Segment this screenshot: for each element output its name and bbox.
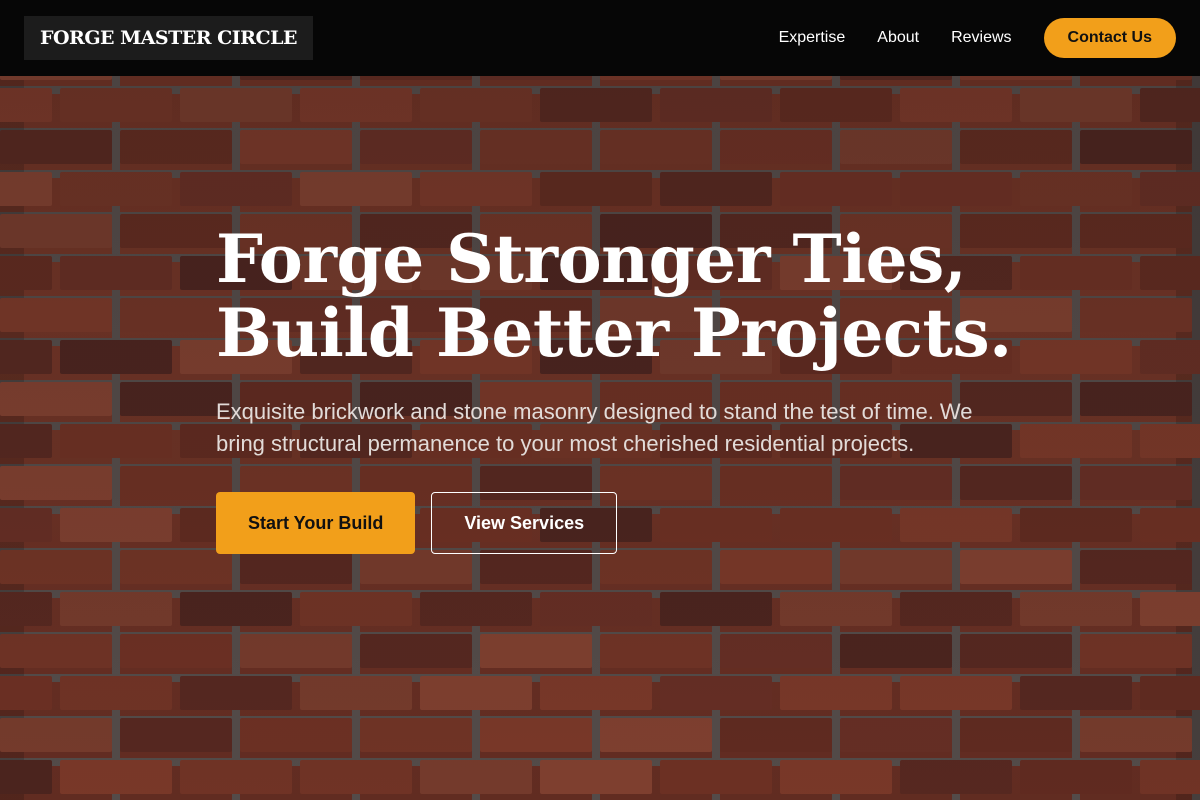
page: FORGE MASTER CIRCLE Expertise About Revi… — [0, 0, 1200, 800]
nav-link-about[interactable]: About — [877, 29, 919, 47]
nav-menu: Expertise About Reviews Contact Us — [779, 18, 1176, 58]
site-logo[interactable]: FORGE MASTER CIRCLE — [24, 16, 313, 60]
contact-us-button[interactable]: Contact Us — [1043, 18, 1176, 58]
navbar: FORGE MASTER CIRCLE Expertise About Revi… — [0, 0, 1200, 76]
hero-title: Forge Stronger Ties, Build Better Projec… — [216, 220, 1012, 372]
hero-title-line-1: Forge Stronger Ties, — [216, 220, 967, 298]
hero-actions: Start Your Build View Services — [216, 492, 996, 554]
hero-subtitle: Exquisite brickwork and stone masonry de… — [216, 399, 973, 456]
start-your-build-button[interactable]: Start Your Build — [216, 492, 416, 554]
hero-title-line-2: Build Better Projects. — [216, 294, 1012, 372]
hero-section: Forge Stronger Ties, Build Better Projec… — [216, 220, 1012, 554]
nav-link-reviews[interactable]: Reviews — [951, 29, 1011, 47]
view-services-button[interactable]: View Services — [431, 492, 618, 554]
nav-link-expertise[interactable]: Expertise — [779, 29, 846, 47]
